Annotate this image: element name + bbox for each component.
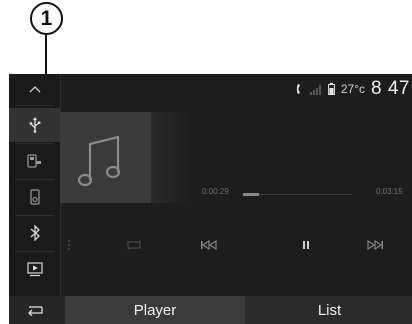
sidebar-item-bluetooth[interactable]	[9, 216, 60, 250]
previous-track-button[interactable]	[197, 234, 221, 256]
previous-track-icon	[201, 239, 217, 251]
total-duration: 0:03:15	[376, 187, 403, 196]
phone-icon	[296, 84, 300, 94]
sidebar-item-usb[interactable]	[9, 108, 60, 142]
next-track-icon	[367, 239, 383, 251]
source-sidebar	[9, 74, 61, 324]
next-track-button[interactable]	[363, 234, 387, 256]
clock: 8 47	[371, 78, 410, 99]
signal-strength-icon	[309, 84, 321, 95]
shuffle-icon	[68, 240, 70, 250]
progress-fill	[243, 193, 259, 196]
music-note-icon	[77, 135, 121, 187]
sidebar-collapse-button[interactable]	[9, 74, 60, 104]
sidebar-divider	[15, 105, 54, 106]
back-arrow-icon	[27, 306, 43, 316]
album-art	[60, 112, 151, 203]
screen-icon	[26, 261, 43, 276]
multimedia-screen: 27°c 8 47 0:00:29 0:03:15 Player List	[9, 74, 412, 324]
callout-label: 1	[40, 6, 53, 30]
repeat-button[interactable]	[122, 234, 146, 256]
elapsed-time: 0:00:29	[202, 187, 229, 196]
bluetooth-icon	[30, 225, 40, 241]
pause-icon	[303, 241, 309, 249]
status-bar: 27°c 8 47	[296, 74, 412, 104]
usb-icon	[29, 117, 40, 133]
aux-source-icon	[26, 154, 41, 168]
sidebar-item-screen[interactable]	[9, 252, 60, 286]
shuffle-button[interactable]	[57, 234, 81, 256]
tab-list[interactable]: List	[247, 296, 412, 324]
sidebar-item-aux[interactable]	[9, 144, 60, 178]
tab-player-label: Player	[133, 301, 177, 319]
media-player-icon	[29, 189, 40, 205]
battery-icon	[327, 83, 335, 95]
back-button[interactable]	[9, 296, 60, 324]
temperature-readout: 27°c	[340, 82, 366, 96]
repeat-icon	[127, 240, 141, 250]
pause-button[interactable]	[294, 234, 318, 256]
chevron-up-icon	[29, 86, 40, 93]
progress-track[interactable]	[243, 194, 352, 195]
sidebar-item-player[interactable]	[9, 180, 60, 214]
tab-list-label: List	[317, 301, 342, 319]
album-art-fade	[151, 112, 191, 203]
tab-player[interactable]: Player	[65, 296, 245, 324]
callout-marker: 1	[30, 2, 63, 35]
